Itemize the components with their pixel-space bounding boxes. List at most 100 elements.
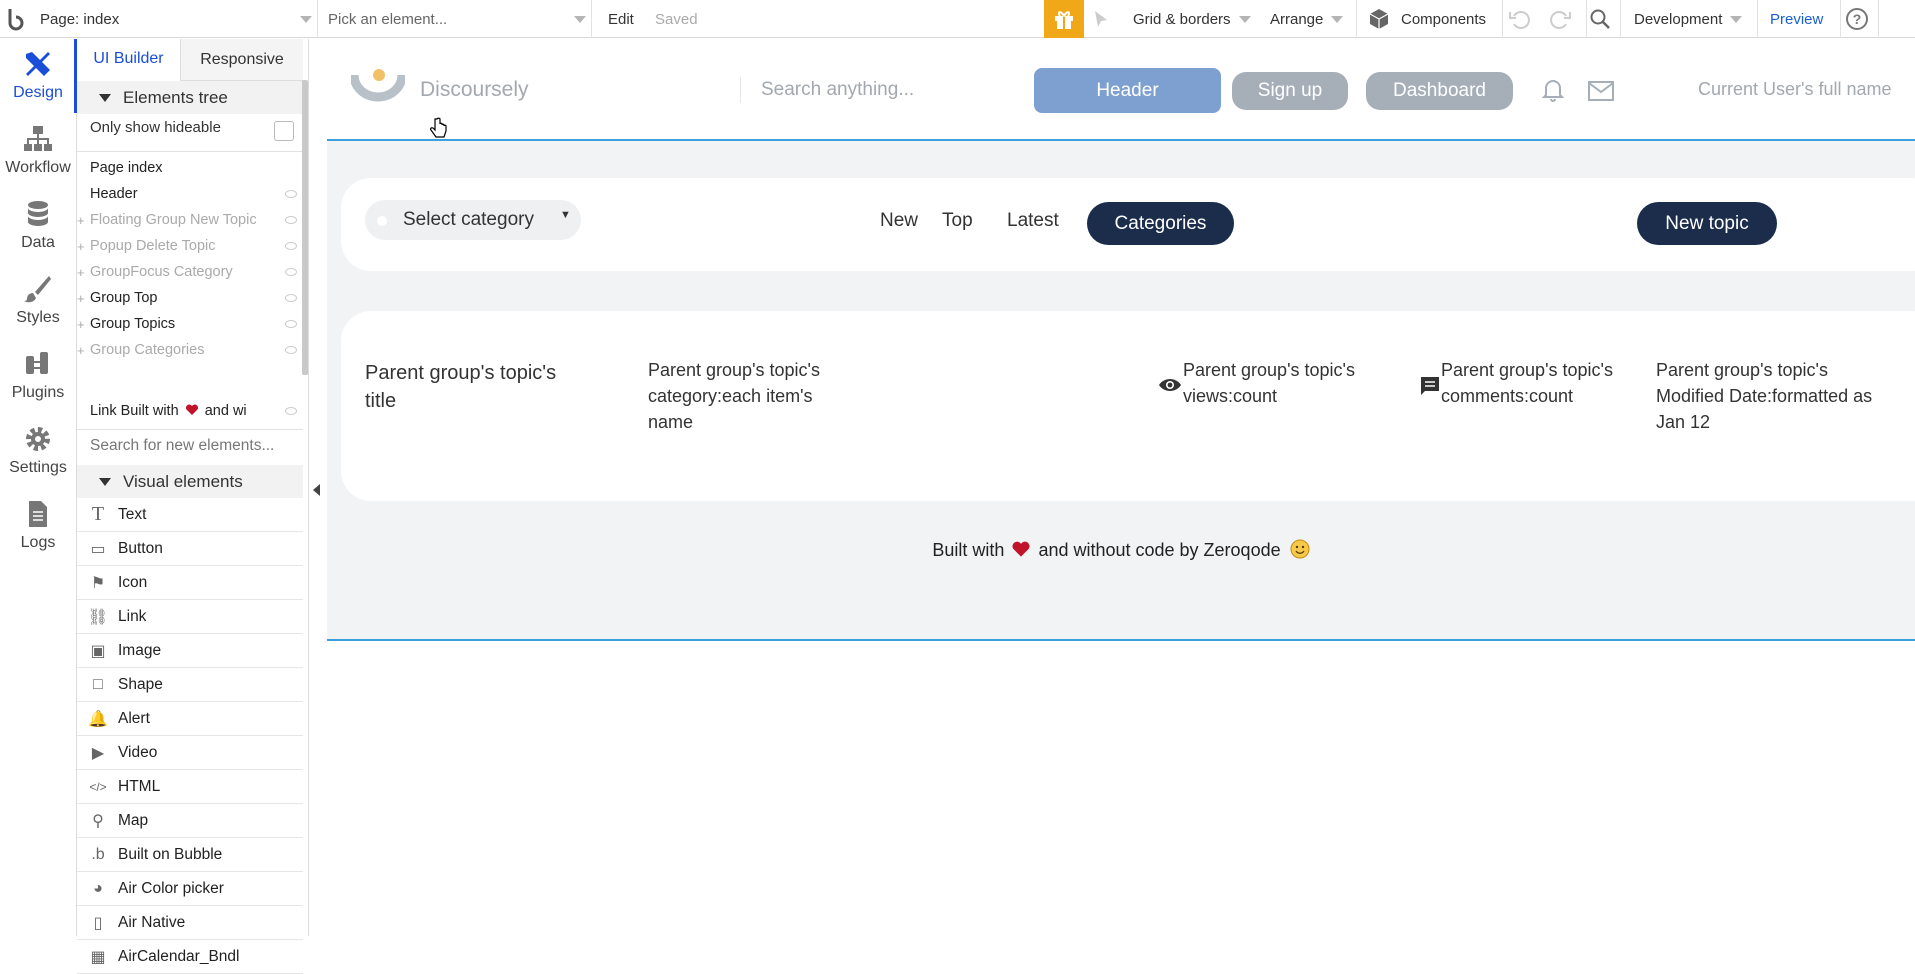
visual-element-item[interactable]: ▣ Image [77,634,303,668]
edit-button[interactable]: Edit [608,0,634,38]
tree-item[interactable]: + Group Categories [77,337,303,363]
new-topic-button[interactable]: New topic [1637,202,1777,245]
tab-ui-builder-label: UI Builder [93,50,164,67]
nav-design[interactable]: Design [0,39,76,113]
expand-plus-icon[interactable]: + [77,239,85,254]
visual-element-item[interactable]: T Text [77,498,303,532]
panel-scrollbar[interactable] [302,80,308,375]
tab-latest[interactable]: Latest [1007,210,1059,232]
pointer-tool[interactable] [1092,0,1118,38]
visual-element-item[interactable]: ▦ AirCalendar_Bndl [77,940,303,974]
expand-plus-icon[interactable]: + [77,343,85,358]
visual-element-item[interactable]: ⛓ Link [77,600,303,634]
document-icon [29,501,47,527]
visual-element-item[interactable]: .b Built on Bubble [77,838,303,872]
preview-link[interactable]: Preview [1770,0,1823,38]
visual-element-item[interactable]: ▯ Air Native [77,906,303,940]
components-button[interactable]: Components [1367,0,1486,38]
footer-prefix: Built with [932,540,1005,560]
visual-elements-header[interactable]: Visual elements [77,465,303,498]
redo-button[interactable] [1548,0,1572,38]
tree-item-label: Header [90,186,138,202]
bubble-logo-icon[interactable] [4,0,30,38]
elements-tree-header[interactable]: Elements tree [77,81,303,114]
eye-icon[interactable] [285,268,297,276]
search-elements-input[interactable]: Search for new elements... [90,437,274,455]
tree-item-label-suffix: and wi [204,403,247,419]
grid-borders-menu[interactable]: Grid & borders [1133,0,1251,38]
search-button[interactable] [1589,0,1611,38]
element-panel: UI Builder Responsive Elements tree Only… [77,39,309,974]
eye-icon[interactable] [285,294,297,302]
only-show-hideable-checkbox[interactable] [274,121,294,141]
eye-icon[interactable] [285,190,297,198]
heart-icon [185,404,198,415]
tree-item[interactable]: + Floating Group New Topic [77,207,303,233]
eye-icon[interactable] [285,216,297,224]
element-picker[interactable]: Pick an element... [328,0,586,38]
tree-item[interactable]: + Group Topics [77,311,303,337]
visual-element-label: Icon [118,573,148,591]
eye-icon[interactable] [285,242,297,250]
footer-link[interactable]: Built with and without code by Zeroqode [327,539,1915,561]
nav-workflow[interactable]: Workflow [0,114,76,188]
tree-item-label: Group Topics [90,316,176,332]
tab-responsive[interactable]: Responsive [180,39,303,81]
eye-icon[interactable] [285,320,297,328]
gift-button[interactable] [1044,0,1084,38]
header-group[interactable]: Discoursely Search anything... Header Si… [327,39,1915,141]
saved-label: Saved [655,10,698,28]
visual-element-item[interactable]: ▭ Button [77,532,303,566]
tab-new[interactable]: New [880,210,918,232]
tab-ui-builder[interactable]: UI Builder [77,39,180,81]
signup-button[interactable]: Sign up [1232,72,1348,110]
page-selector[interactable]: Page: index [40,0,312,38]
bell-icon[interactable] [1542,78,1564,102]
expand-plus-icon[interactable]: + [77,213,85,228]
nav-plugins[interactable]: Plugins [0,339,76,413]
tree-item-link-built-with[interactable]: Link Built with and wi [77,398,303,424]
expand-plus-icon[interactable]: + [77,317,85,332]
visual-element-item[interactable]: 🔔 Alert [77,702,303,736]
tab-top[interactable]: Top [942,210,973,232]
header-button[interactable]: Header [1034,68,1221,113]
mail-icon[interactable] [1588,81,1614,101]
undo-button[interactable] [1508,0,1532,38]
expand-plus-icon[interactable]: + [77,265,85,280]
tree-item[interactable]: Header [77,181,303,207]
environment-selector[interactable]: Development [1634,0,1743,38]
flag-icon: ⚑ [90,574,106,592]
eye-icon[interactable] [285,346,297,354]
visual-element-item[interactable]: ▶ Video [77,736,303,770]
nav-settings[interactable]: Settings [0,414,76,488]
visual-element-item[interactable]: ◕ Air Color picker [77,872,303,906]
search-input[interactable]: Search anything... [761,79,914,101]
tab-categories[interactable]: Categories [1087,202,1234,245]
visual-element-label: Button [118,539,163,557]
visual-element-item[interactable]: ⚑ Icon [77,566,303,600]
nav-styles[interactable]: Styles [0,264,76,338]
svg-text:?: ? [1853,11,1862,27]
visual-element-item[interactable]: ⚲ Map [77,804,303,838]
top-toolbar: Page: index Pick an element... Edit Save… [0,0,1915,38]
tree-item[interactable]: Page index [77,155,303,181]
tree-item[interactable]: + Popup Delete Topic [77,233,303,259]
visual-element-item[interactable]: </> HTML [77,770,303,804]
button-icon: ▭ [90,540,106,558]
nav-data[interactable]: Data [0,189,76,263]
expand-plus-icon[interactable]: + [77,291,85,306]
collapse-panel-icon[interactable] [313,484,320,496]
visual-element-item[interactable]: □ Shape [77,668,303,702]
help-button[interactable]: ? [1845,0,1869,38]
topic-row[interactable]: Parent group's topic's title Parent grou… [341,311,1915,501]
eye-icon[interactable] [285,407,297,415]
nav-logs[interactable]: Logs [0,489,76,563]
category-dropdown[interactable]: Select category ▼ [365,200,581,240]
dashboard-button[interactable]: Dashboard [1366,72,1513,110]
tree-item[interactable]: + Group Top [77,285,303,311]
tree-item-label: GroupFocus Category [90,264,233,280]
visual-element-label: Map [118,811,149,829]
arrange-menu[interactable]: Arrange [1270,0,1344,38]
visual-element-label: Text [118,505,147,523]
tree-item[interactable]: + GroupFocus Category [77,259,303,285]
